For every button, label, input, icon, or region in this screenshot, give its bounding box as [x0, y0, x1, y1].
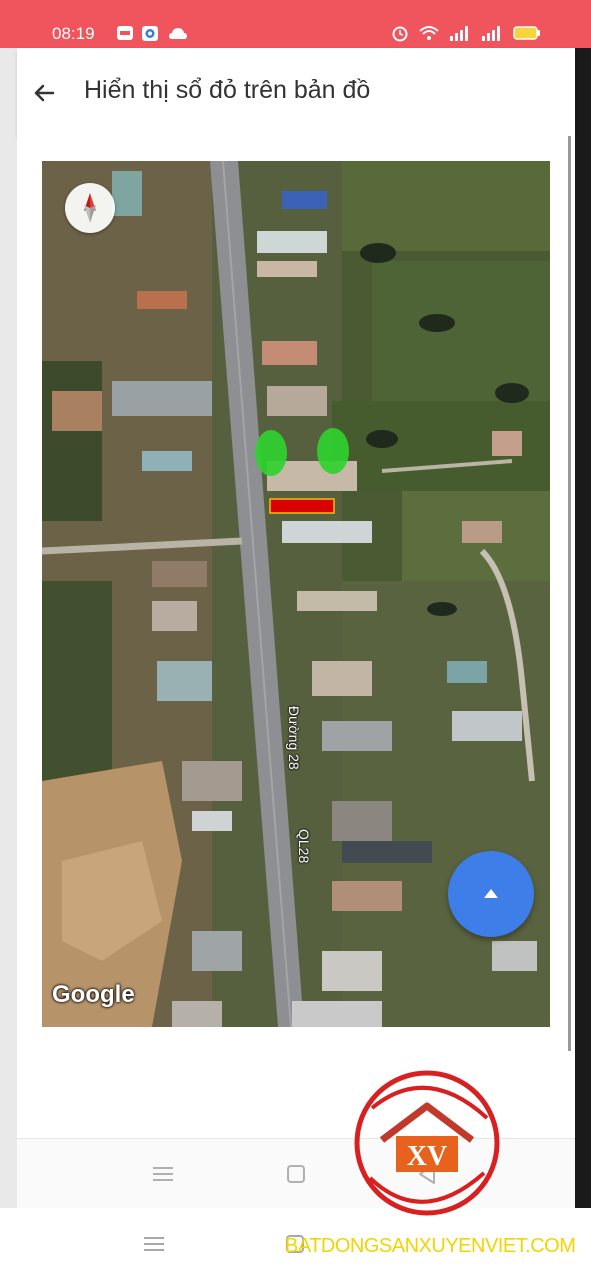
road-label-ql28: QL28 — [296, 829, 312, 864]
menu-icon[interactable] — [144, 1236, 164, 1252]
phone-screen: 08:19 Hiển thị sổ đỏ trên bản đồ Đường 2… — [0, 0, 591, 1280]
scrollbar[interactable] — [568, 136, 571, 1051]
signal-icon — [482, 26, 500, 41]
app-bar: Hiển thị sổ đỏ trên bản đồ — [17, 48, 575, 136]
google-attribution: Google — [52, 981, 135, 1008]
home-square-icon[interactable] — [286, 1164, 306, 1184]
compass-icon — [84, 193, 96, 223]
satellite-map[interactable]: Đường 28 QL28 Google — [42, 161, 550, 1027]
page-title: Hiển thị sổ đỏ trên bản đồ — [84, 76, 371, 104]
watermark-logo: XV — [354, 1070, 500, 1216]
road-label-duong-28: Đường 28 — [286, 706, 302, 770]
status-bar: 08:19 — [0, 0, 591, 48]
my-location-fab[interactable] — [448, 851, 534, 937]
wifi-icon — [419, 26, 439, 40]
compass-button[interactable] — [65, 183, 115, 233]
alarm-icon — [392, 26, 408, 42]
content-area: Đường 28 QL28 Google — [17, 136, 575, 1138]
signal-icon — [450, 26, 468, 41]
frame-edge-right — [575, 48, 591, 1208]
frame-edge-left — [0, 48, 17, 1208]
messenger-icon — [142, 26, 158, 41]
triangle-up-icon — [484, 889, 498, 898]
battery-icon — [513, 26, 540, 40]
watermark-logo-text: XV — [407, 1141, 447, 1172]
watermark-site: BATDONGSANXUYENVIET.COM — [285, 1235, 576, 1257]
zalo-icon — [117, 26, 133, 40]
status-time: 08:19 — [52, 24, 95, 43]
arrow-left-icon[interactable] — [29, 78, 59, 108]
cloud-icon — [169, 28, 187, 39]
menu-icon[interactable] — [153, 1166, 173, 1182]
status-icons — [391, 24, 541, 42]
